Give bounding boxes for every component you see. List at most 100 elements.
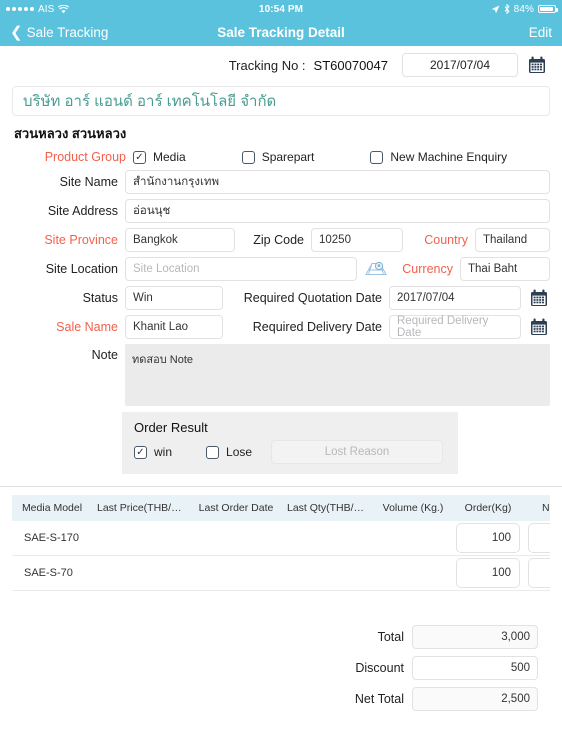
sale-name-label: Sale Name [56,320,118,334]
navigation-bar: ❮ Sale Tracking Sale Tracking Detail Edi… [0,18,562,46]
battery-percent-label: 84% [513,3,534,15]
discount-label: Discount [355,661,404,675]
cell-last-qty [282,521,374,556]
note-textarea[interactable]: ทดสอบ Note [125,344,550,406]
required-delivery-date-input[interactable]: Required Delivery Date [389,315,521,339]
cell-volume [374,555,452,591]
checkbox-new-machine-enquiry-label: New Machine Enquiry [390,150,508,164]
cell-last-price [92,555,190,591]
table-row[interactable]: SAE-S-70 100 10 [12,555,550,591]
site-address-input[interactable]: อ่อนนุช [125,199,550,223]
back-button-label: Sale Tracking [26,24,109,40]
site-name-input[interactable]: สำนักงานกรุงเทพ [125,170,550,194]
zip-code-input[interactable]: 10250 [311,228,403,252]
calendar-icon-quotation[interactable] [528,287,550,309]
checkbox-lose[interactable] [206,445,220,459]
country-label: Country [424,233,468,247]
column-header-order: Order(Kg) [452,495,524,521]
cell-order-input[interactable]: 100 [456,523,520,553]
country-input[interactable]: Thailand [475,228,550,252]
column-header-last-price: Last Price(THB/Kg) [92,495,190,521]
cell-media-model: SAE-S-70 [12,555,92,591]
cell-order-wrap: 100 [452,521,524,556]
cell-media-model: SAE-S-170 [12,521,92,556]
checkbox-lose-label: Lose [226,445,253,459]
company-name-value: บริษัท อาร์ แอนด์ อาร์ เทคโนโลยี จำกัด [23,93,277,110]
lost-reason-input[interactable]: Lost Reason [271,440,444,464]
required-quotation-date-input[interactable]: 2017/07/04 [389,286,521,310]
calendar-icon[interactable] [526,54,548,76]
currency-label: Currency [402,262,453,276]
table-header-row: Media Model Last Price(THB/Kg) Last Orde… [12,495,550,521]
site-location-label: Site Location [45,262,118,276]
checkbox-new-machine-enquiry[interactable] [370,150,384,164]
order-items-table: Media Model Last Price(THB/Kg) Last Orde… [12,495,550,591]
order-items-table-scroll[interactable]: Media Model Last Price(THB/Kg) Last Orde… [12,495,550,591]
tracking-no-value: ST60070047 [313,57,388,73]
total-input[interactable]: 3,000 [412,625,538,649]
discount-input[interactable]: 500 [412,656,538,680]
required-quotation-date-label: Required Quotation Date [243,291,382,305]
order-result-options: ✓ win Lose Lost Reason [134,440,446,464]
status-label: Status [82,291,118,305]
section-divider [0,486,562,487]
cell-last-qty [282,555,374,591]
column-header-last-qty: Last Qty(THB/Kg) [282,495,374,521]
table-row[interactable]: SAE-S-170 100 20 [12,521,550,556]
net-total-label: Net Total [354,692,404,706]
totals-section: Total 3,000 Discount 500 Net Total 2,500 [12,625,550,711]
required-delivery-date-label: Required Delivery Date [252,320,382,334]
status-bar-left: AIS [6,3,70,15]
column-header-last-order-date: Last Order Date [190,495,282,521]
signal-strength-icon [6,7,34,11]
order-result-box: Order Result ✓ win Lose Lost Reason [122,412,458,474]
calendar-icon-delivery[interactable] [528,316,550,338]
status-bar: AIS 10:54 PM 84% [0,0,562,18]
site-name-row: Site Name สำนักงานกรุงเทพ [12,170,550,194]
checkbox-sparepart[interactable] [241,150,255,164]
note-row: Note ทดสอบ Note [12,344,550,406]
cell-last-price [92,521,190,556]
status-quotation-row: Status Win Required Quotation Date 2017/… [12,286,550,310]
checkbox-media[interactable]: ✓ [133,150,146,164]
carrier-label: AIS [38,3,55,15]
back-button[interactable]: ❮ Sale Tracking [10,25,108,40]
total-row: Total 3,000 [12,625,550,649]
location-arrow-icon [491,5,500,14]
company-name-field[interactable]: บริษัท อาร์ แอนด์ อาร์ เทคโนโลยี จำกัด [12,86,550,116]
site-province-label: Site Province [44,233,118,247]
cell-net-price-input[interactable]: 10 [528,558,550,588]
status-bar-right: 84% [491,3,558,15]
status-input[interactable]: Win [125,286,223,310]
site-location-input[interactable]: Site Location [125,257,357,281]
product-group-label: Product Group [44,150,126,164]
sale-name-delivery-row: Sale Name Khanit Lao Required Delivery D… [12,315,550,339]
site-address-label: Site Address [47,204,118,218]
tracking-no-label: Tracking No : [228,57,306,73]
checkbox-win-label: win [154,445,173,459]
site-province-input[interactable]: Bangkok [125,228,235,252]
site-name-label: Site Name [59,175,118,189]
net-total-input[interactable]: 2,500 [412,687,538,711]
cell-order-wrap: 100 [452,555,524,591]
cell-net-price-input[interactable]: 20 [528,523,550,553]
checkbox-win[interactable]: ✓ [134,445,147,459]
form-body: Tracking No : ST60070047 2017/07/04 บริษ… [0,46,562,711]
wifi-icon [58,4,70,14]
column-header-media-model: Media Model [12,495,92,521]
net-total-row: Net Total 2,500 [12,687,550,711]
tracking-date-input[interactable]: 2017/07/04 [402,53,518,77]
checkbox-sparepart-label: Sparepart [261,150,315,164]
cell-last-order-date [190,555,282,591]
map-pin-icon[interactable] [364,260,388,278]
chevron-left-icon: ❮ [10,23,23,41]
note-label: Note [91,348,118,362]
site-location-currency-row: Site Location Site Location Currency Tha… [12,257,550,281]
edit-button[interactable]: Edit [529,25,552,40]
table-body: SAE-S-170 100 20 SAE-S-70 [12,521,550,591]
battery-icon [538,5,558,13]
currency-input[interactable]: Thai Baht [460,257,550,281]
cell-order-input[interactable]: 100 [456,558,520,588]
sale-name-input[interactable]: Khanit Lao [125,315,223,339]
province-zip-country-row: Site Province Bangkok Zip Code 10250 Cou… [12,228,550,252]
